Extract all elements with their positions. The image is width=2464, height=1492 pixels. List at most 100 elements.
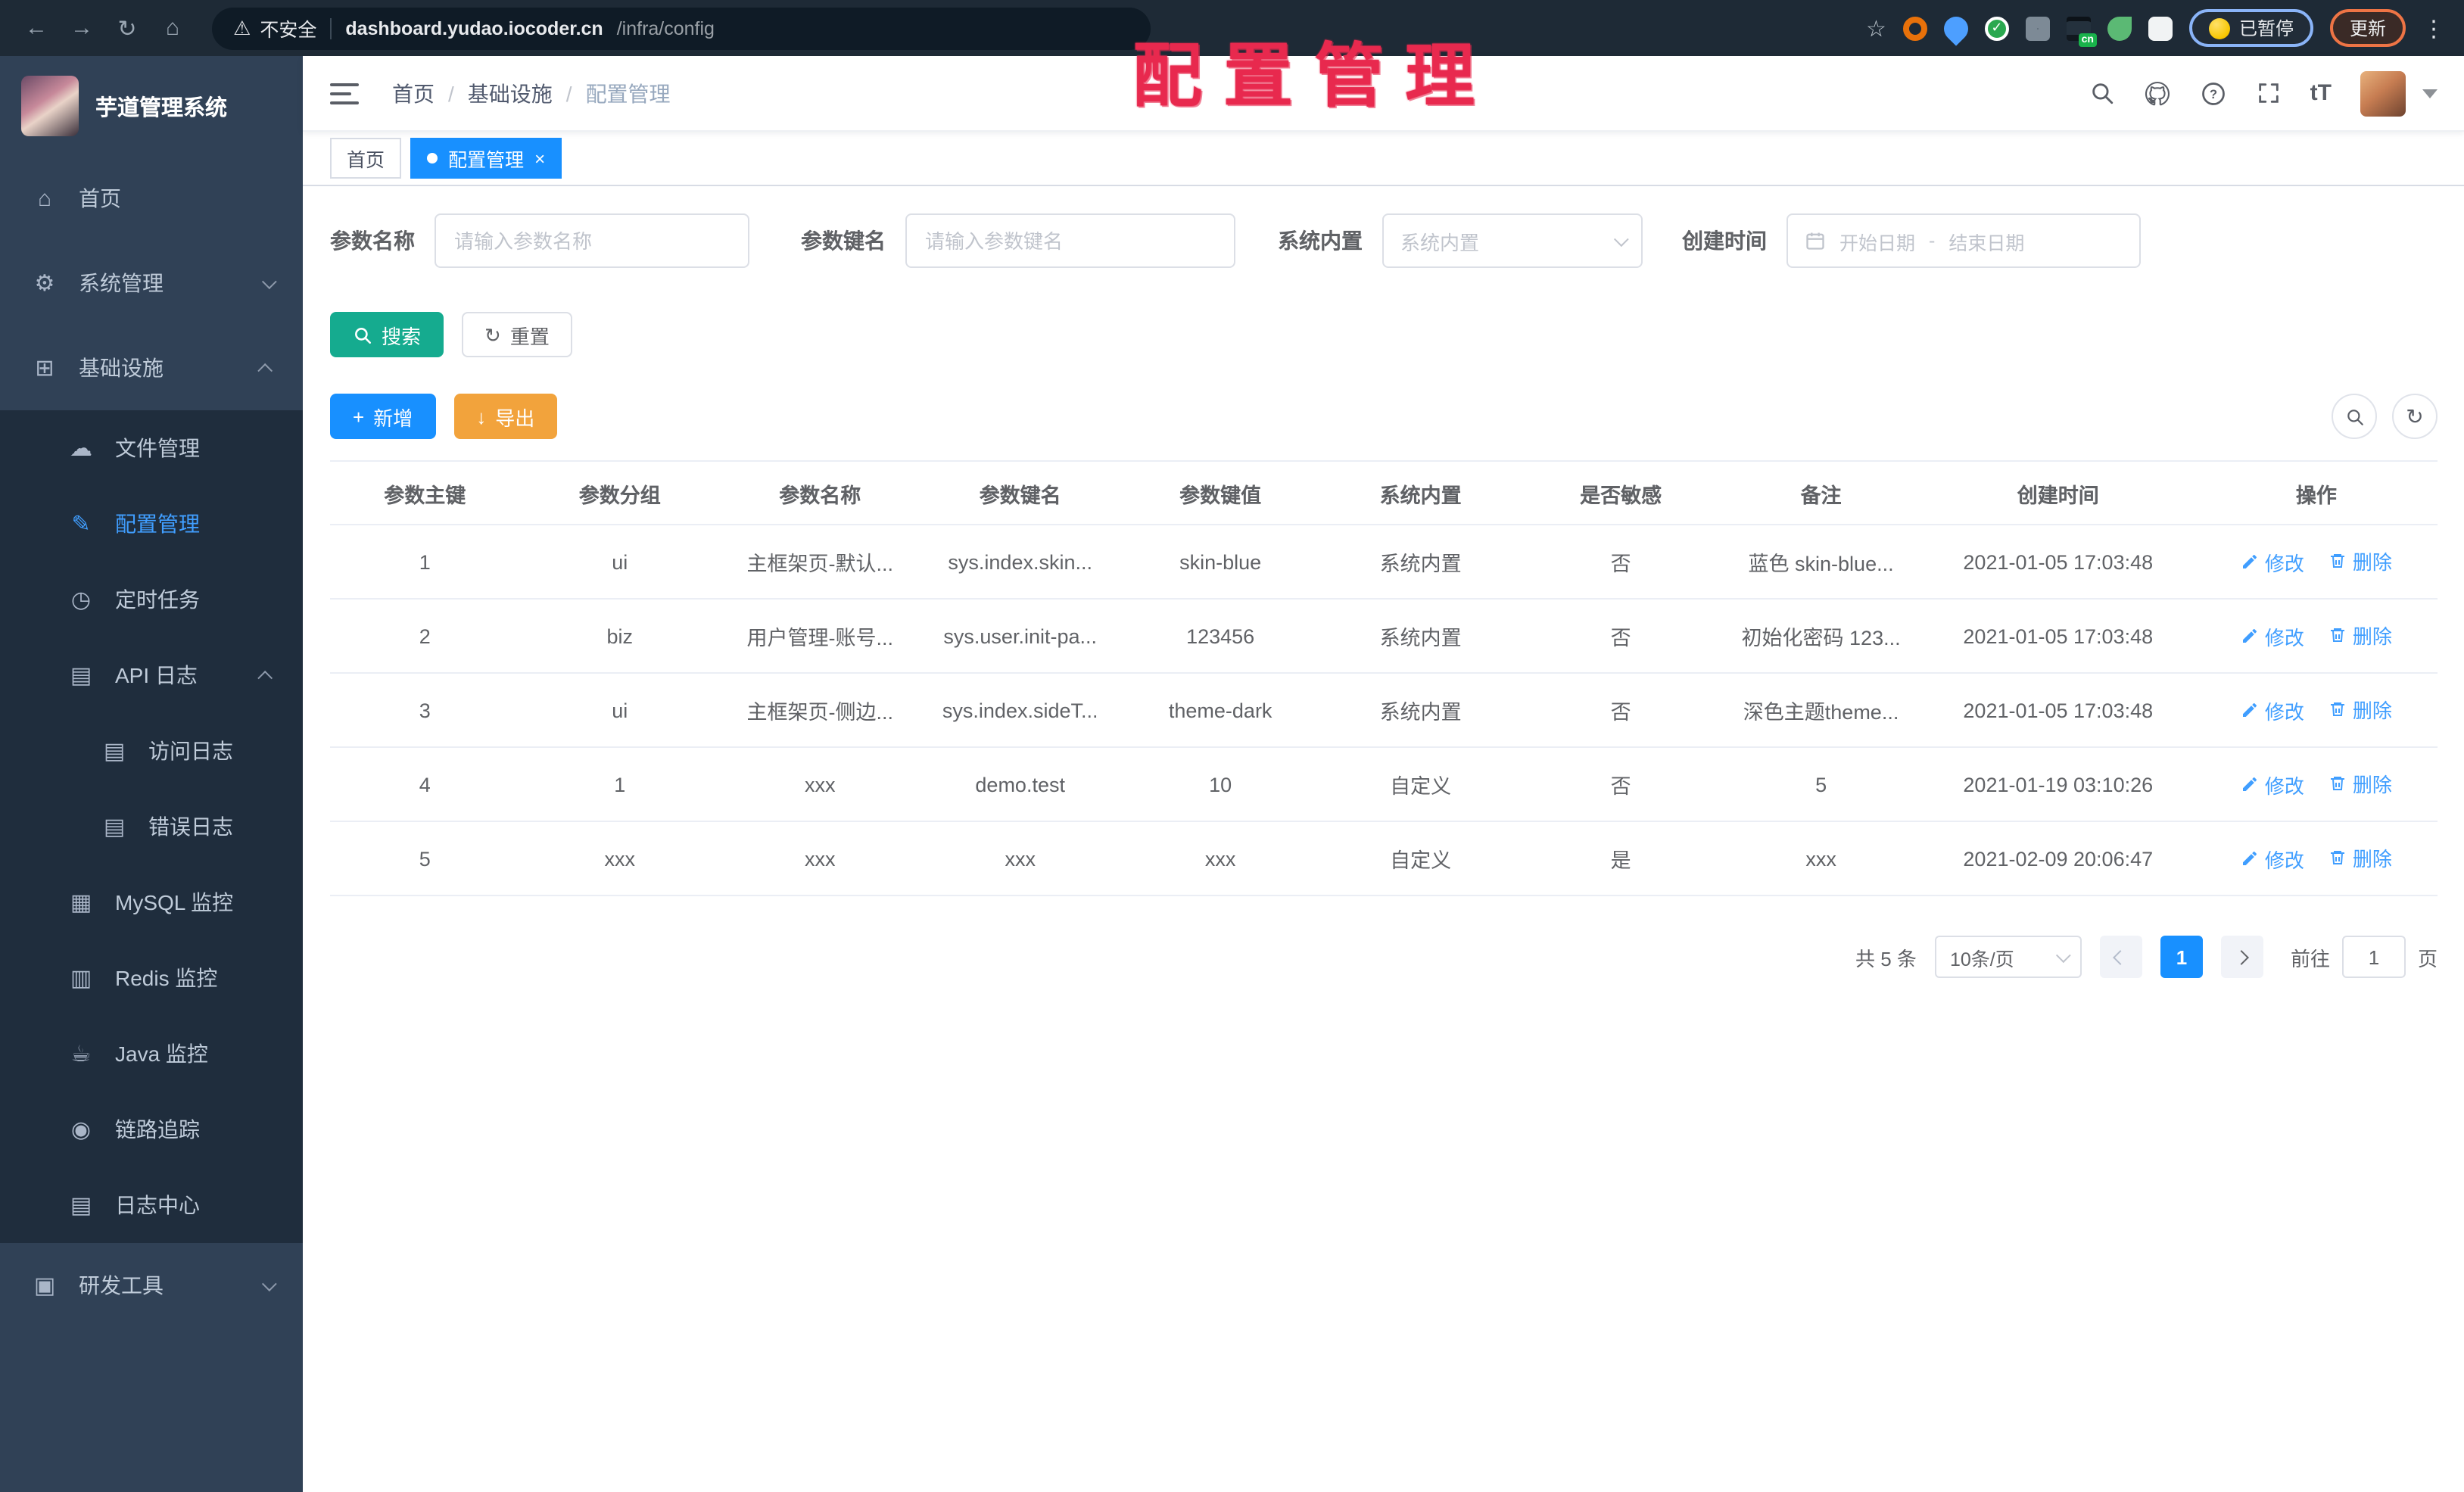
extension-check-icon[interactable]: ✓	[1984, 16, 2009, 40]
sidebar-item-home[interactable]: ⌂ 首页	[0, 156, 303, 241]
tab-home[interactable]: 首页	[330, 138, 402, 179]
update-browser-button[interactable]: 更新	[2329, 9, 2406, 47]
col-header: 参数键值	[1120, 460, 1321, 525]
add-button[interactable]: + 新增	[330, 394, 436, 439]
date-range-picker[interactable]: 开始日期 - 结束日期	[1786, 213, 2141, 268]
param-key-input[interactable]	[905, 213, 1235, 268]
cell-type: 系统内置	[1320, 673, 1521, 748]
help-icon[interactable]: ?	[2200, 79, 2227, 107]
extension-sprout-icon[interactable]	[2107, 16, 2132, 40]
app-logo[interactable]: 芋道管理系统	[0, 56, 303, 156]
breadcrumb-home[interactable]: 首页	[392, 78, 435, 108]
browser-forward-icon[interactable]: →	[64, 15, 100, 41]
current-page[interactable]: 1	[2160, 936, 2203, 978]
breadcrumb-current: 配置管理	[585, 81, 671, 105]
sidebar-menu: ⌂ 首页 ⚙ 系统管理 ⊞ 基础设施 ☁ 文件管理 ✎ 配置管理 ◷ 定时任务 …	[0, 156, 303, 1328]
browser-back-icon[interactable]: ←	[18, 15, 55, 41]
prev-page-button[interactable]	[2099, 936, 2142, 978]
chevron-up-icon	[257, 669, 273, 685]
reset-button[interactable]: ↻ 重置	[462, 312, 572, 357]
cell-ops: 修改 删除	[2195, 673, 2438, 748]
font-size-icon[interactable]: tT	[2310, 80, 2332, 106]
close-icon[interactable]: ×	[534, 149, 545, 167]
url-host: dashboard.yudao.iocoder.cn	[345, 17, 603, 39]
browser-menu-icon[interactable]: ⋮	[2422, 14, 2447, 42]
sidebar-item-mysql[interactable]: ▦ MySQL 监控	[0, 864, 303, 940]
cell-remark: 5	[1721, 747, 1921, 822]
sidebar-item-config[interactable]: ✎ 配置管理	[0, 486, 303, 562]
sidebar-item-label: 文件管理	[115, 436, 200, 460]
edit-link[interactable]: 修改	[2241, 845, 2304, 874]
extension-ring-icon[interactable]	[1902, 16, 1927, 40]
col-header: 参数键名	[920, 460, 1120, 525]
edit-label: 修改	[2264, 849, 2304, 872]
delete-label: 删除	[2352, 774, 2392, 797]
toggle-search-button[interactable]	[2332, 394, 2377, 439]
extension-grid-icon[interactable]	[2025, 16, 2050, 40]
user-avatar[interactable]	[2360, 70, 2406, 116]
bookmark-star-icon[interactable]: ☆	[1866, 14, 1886, 42]
browser-reload-icon[interactable]: ↻	[109, 14, 145, 42]
builtin-select[interactable]: 系统内置	[1382, 213, 1643, 268]
trash-icon	[2330, 777, 2344, 791]
delete-link[interactable]: 删除	[2328, 621, 2392, 650]
divider	[330, 17, 332, 39]
sidebar-item-access-log[interactable]: ▤ 访问日志	[0, 713, 303, 789]
sidebar-item-file[interactable]: ☁ 文件管理	[0, 410, 303, 486]
sidebar-item-system[interactable]: ⚙ 系统管理	[0, 241, 303, 325]
sidebar-item-api-log[interactable]: ▤ API 日志	[0, 637, 303, 713]
collapse-sidebar-icon[interactable]	[330, 83, 359, 104]
github-icon[interactable]	[2144, 79, 2171, 107]
param-name-input[interactable]	[435, 213, 749, 268]
sidebar-item-job[interactable]: ◷ 定时任务	[0, 562, 303, 637]
sidebar-item-label: 日志中心	[115, 1193, 200, 1217]
table-row: 1 ui 主框架页-默认... sys.index.skin... skin-b…	[330, 525, 2438, 600]
sidebar-item-redis[interactable]: ▥ Redis 监控	[0, 940, 303, 1016]
edit-link[interactable]: 修改	[2241, 696, 2304, 725]
cn-badge: cn	[2078, 33, 2097, 46]
sidebar-item-log-center[interactable]: ▤ 日志中心	[0, 1167, 303, 1243]
cell-group: biz	[519, 599, 720, 674]
screen: ← → ↻ ⌂ ⚠ 不安全 dashboard.yudao.iocoder.cn…	[0, 0, 2464, 1492]
chevron-down-icon	[1613, 231, 1629, 247]
address-bar[interactable]: ⚠ 不安全 dashboard.yudao.iocoder.cn/infra/c…	[212, 7, 1151, 49]
sidebar-item-java[interactable]: ☕ Java 监控	[0, 1016, 303, 1092]
tab-config[interactable]: 配置管理 ×	[410, 138, 562, 179]
breadcrumb-infra[interactable]: 基础设施	[468, 78, 553, 108]
sidebar-item-dev-tools[interactable]: ▣ 研发工具	[0, 1243, 303, 1328]
search-icon[interactable]	[2089, 80, 2115, 106]
cell-remark: 深色主题theme...	[1721, 673, 1921, 748]
table-row: 4 1 xxx demo.test 10 自定义 否 5 2021-01-19 …	[330, 747, 2438, 822]
laughing-emoji-icon	[2208, 17, 2230, 39]
delete-link[interactable]: 删除	[2328, 547, 2392, 576]
param-key-label: 参数键名	[801, 229, 886, 253]
cell-type: 自定义	[1320, 747, 1521, 822]
delete-link[interactable]: 删除	[2328, 696, 2392, 724]
paused-pill-button[interactable]: 已暂停	[2188, 9, 2313, 47]
extension-pin-icon[interactable]	[1939, 11, 1973, 45]
sidebar-item-label: Redis 监控	[115, 966, 218, 990]
sidebar-item-error-log[interactable]: ▤ 错误日志	[0, 789, 303, 864]
export-button[interactable]: ↓ 导出	[453, 394, 558, 439]
fullscreen-icon[interactable]	[2256, 80, 2282, 106]
next-page-button[interactable]	[2220, 936, 2263, 978]
delete-link[interactable]: 删除	[2328, 844, 2392, 873]
page-size-select[interactable]: 10条/页	[1934, 936, 2082, 978]
avatar-caret-icon[interactable]	[2422, 89, 2438, 98]
goto-page-input[interactable]	[2341, 936, 2406, 978]
coffee-icon: ☕	[70, 1042, 92, 1067]
col-header: 参数主键	[330, 460, 520, 525]
refresh-table-button[interactable]: ↻	[2392, 394, 2438, 439]
edit-link[interactable]: 修改	[2241, 622, 2304, 651]
extension-translate-icon[interactable]: cn	[2066, 16, 2097, 46]
security-status[interactable]: ⚠ 不安全	[233, 14, 316, 42]
security-label: 不安全	[260, 20, 317, 41]
edit-link[interactable]: 修改	[2241, 771, 2304, 799]
search-button[interactable]: 搜索	[330, 312, 444, 357]
extensions-puzzle-icon[interactable]	[2148, 16, 2173, 40]
sidebar-item-trace[interactable]: ◉ 链路追踪	[0, 1092, 303, 1167]
delete-link[interactable]: 删除	[2328, 770, 2392, 799]
edit-link[interactable]: 修改	[2241, 548, 2304, 577]
browser-home-icon[interactable]: ⌂	[154, 15, 191, 41]
sidebar-item-infra[interactable]: ⊞ 基础设施	[0, 325, 303, 410]
